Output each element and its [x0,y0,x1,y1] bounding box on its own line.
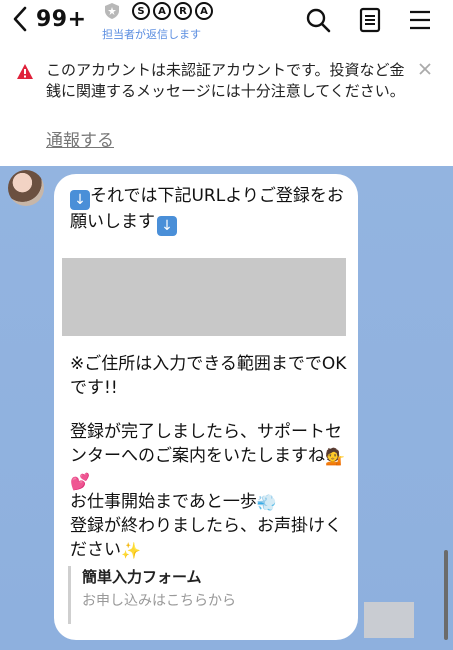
search-button[interactable] [304,6,332,34]
message-line-1: ↓ それでは下記URLよりご登録をお願いします ↓ [70,186,344,236]
dash-icon: 💨 [256,493,277,512]
form-link-preview[interactable]: 簡単入力フォーム お申し込みはこちらから [68,566,348,624]
unread-count: 99+ [36,6,87,32]
down-arrow-icon: ↓ [157,216,177,236]
search-icon [306,8,331,33]
link-title: 簡単入力フォーム [82,568,202,586]
scrollbar[interactable] [444,550,448,640]
warning-message: このアカウントは未認証アカウントです。投資など金銭に関連するメッセージには十分注… [46,61,405,100]
link-subtitle: お申し込みはこちらから [82,593,236,609]
message-line-2: ※ご住所は入力できる範囲まででOKです!! [70,354,347,398]
unverified-warning-banner: このアカウントは未認証アカウントです。投資など金銭に関連するメッセージには十分注… [0,48,453,166]
account-name: S A R A [132,2,213,20]
redacted-thumbnail [364,602,414,638]
notes-button[interactable] [356,6,384,34]
report-link[interactable]: 通報する [46,126,114,151]
down-arrow-icon: ↓ [70,190,90,210]
chat-header: 99+ S A R A 担当者が返信します [0,0,453,48]
account-subtitle: 担当者が返信します [102,28,201,41]
shield-icon [105,3,119,19]
redacted-url-box [62,258,346,336]
message-line-4: お仕事開始まであと一歩💨 [70,490,350,515]
back-chevron-icon [13,6,27,32]
message-bubble[interactable]: ↓ それでは下記URLよりご登録をお願いします ↓ ※ご住所は入力できる範囲まででO… [54,174,358,640]
close-icon[interactable] [417,61,433,77]
chat-area[interactable]: ↓ それでは下記URLよりご登録をお願いします ↓ ※ご住所は入力できる範囲まででO… [0,166,453,650]
person-tipping-hand-icon: 💁 [325,447,345,466]
account-title[interactable]: S A R A 担当者が返信します [102,2,222,42]
avatar[interactable] [8,170,44,206]
menu-button[interactable] [406,6,434,34]
warning-icon [17,64,33,79]
message-line-3: 登録が完了しましたら、サポートセンターへのご案内をいたしますね💁💕 [70,420,350,494]
menu-icon [410,10,430,30]
sparkles-icon: ✨ [121,541,141,560]
message-line-5: 登録が終わりましたら、お声掛けください✨ [70,514,350,563]
back-button[interactable]: 99+ [12,6,87,32]
notes-icon [359,7,381,33]
